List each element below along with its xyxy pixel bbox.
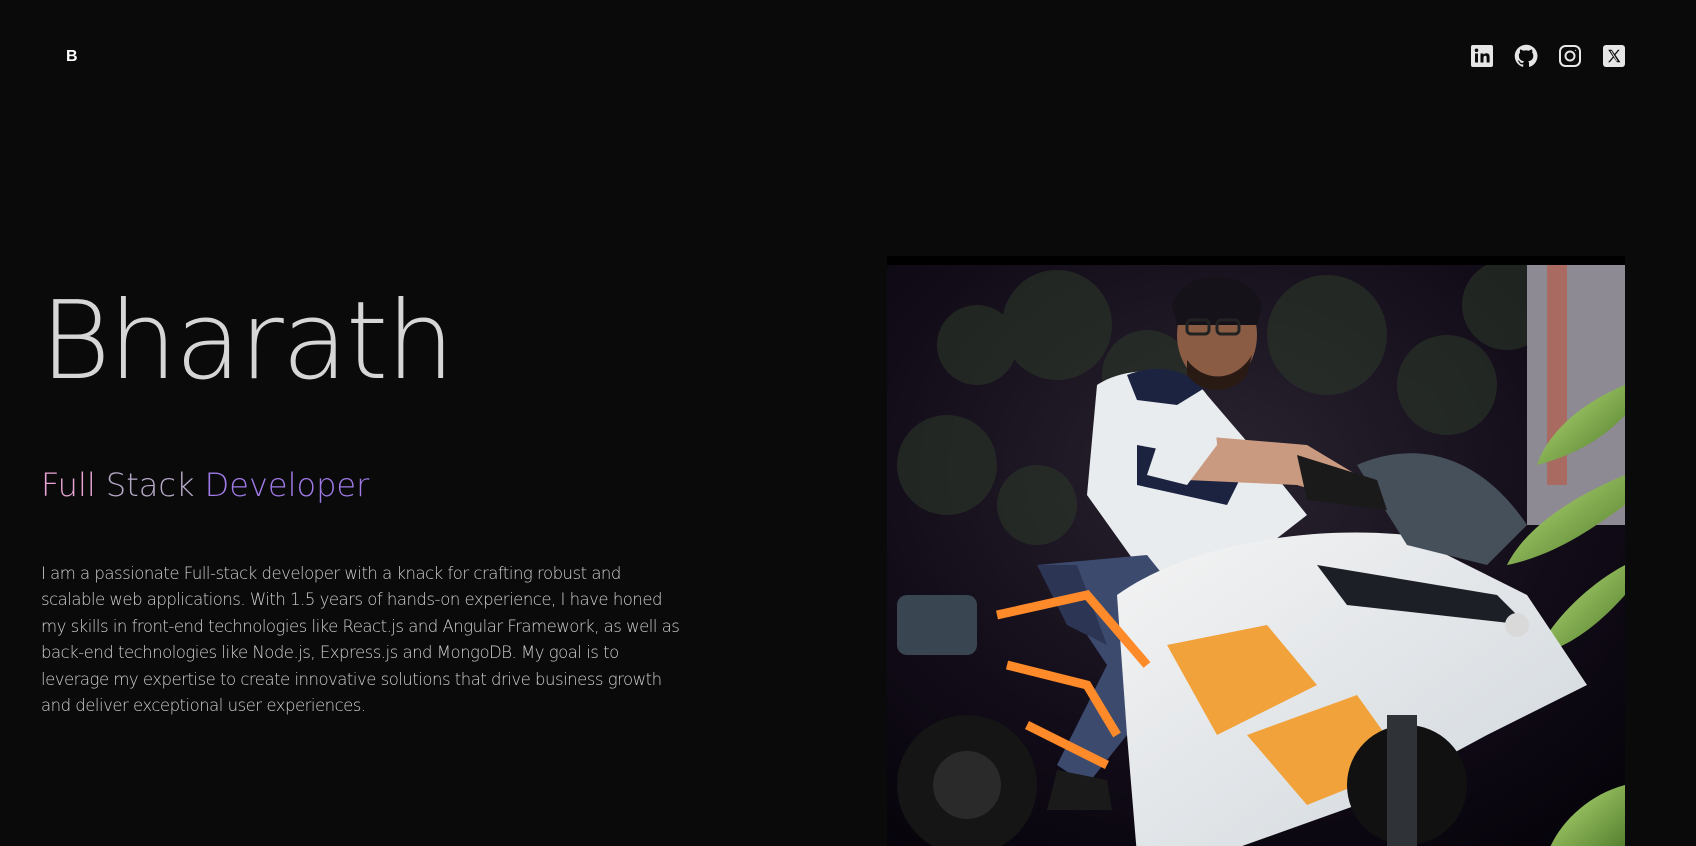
role-word-full: Full [41, 466, 96, 504]
role-word-developer: Developer [204, 466, 370, 504]
github-icon[interactable] [1514, 44, 1538, 68]
social-links [1470, 44, 1626, 68]
portfolio-page: B Bharath Full Stack Developer I am a pa… [0, 0, 1696, 846]
x-icon[interactable] [1602, 44, 1626, 68]
instagram-icon[interactable] [1558, 44, 1582, 68]
hero-name: Bharath [40, 279, 455, 404]
profile-photo [887, 265, 1625, 846]
role-title: Full Stack Developer [41, 469, 369, 501]
site-logo[interactable]: B [66, 48, 78, 66]
linkedin-icon[interactable] [1470, 44, 1494, 68]
role-word-stack: Stack [105, 466, 195, 504]
profile-photo-frame [887, 256, 1625, 846]
bio-paragraph: I am a passionate Full-stack developer w… [41, 563, 680, 716]
